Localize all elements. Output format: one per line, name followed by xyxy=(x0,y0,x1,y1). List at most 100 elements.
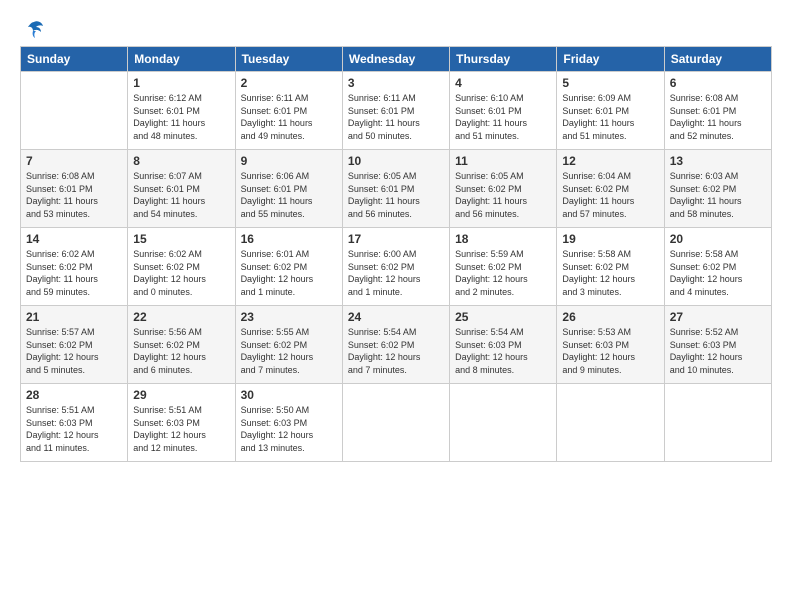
header-row: Sunday Monday Tuesday Wednesday Thursday… xyxy=(21,47,772,72)
col-friday: Friday xyxy=(557,47,664,72)
table-row: 8 Sunrise: 6:07 AMSunset: 6:01 PMDaylight… xyxy=(128,150,235,228)
day-info: Sunrise: 6:00 AMSunset: 6:02 PMDaylight:… xyxy=(348,248,444,298)
day-info: Sunrise: 6:10 AMSunset: 6:01 PMDaylight:… xyxy=(455,92,551,142)
table-row: 13 Sunrise: 6:03 AMSunset: 6:02 PMDayligh… xyxy=(664,150,771,228)
day-number: 10 xyxy=(348,154,444,168)
logo-bird-icon xyxy=(23,18,45,40)
day-number: 15 xyxy=(133,232,229,246)
day-info: Sunrise: 5:53 AMSunset: 6:03 PMDaylight:… xyxy=(562,326,658,376)
day-number: 11 xyxy=(455,154,551,168)
col-wednesday: Wednesday xyxy=(342,47,449,72)
table-row: 25 Sunrise: 5:54 AMSunset: 6:03 PMDayligh… xyxy=(450,306,557,384)
table-row: 18 Sunrise: 5:59 AMSunset: 6:02 PMDayligh… xyxy=(450,228,557,306)
logo xyxy=(20,18,45,36)
table-row: 4 Sunrise: 6:10 AMSunset: 6:01 PMDaylight… xyxy=(450,72,557,150)
day-number: 4 xyxy=(455,76,551,90)
day-number: 27 xyxy=(670,310,766,324)
table-row xyxy=(450,384,557,462)
day-info: Sunrise: 6:12 AMSunset: 6:01 PMDaylight:… xyxy=(133,92,229,142)
col-tuesday: Tuesday xyxy=(235,47,342,72)
col-saturday: Saturday xyxy=(664,47,771,72)
day-number: 29 xyxy=(133,388,229,402)
day-info: Sunrise: 5:59 AMSunset: 6:02 PMDaylight:… xyxy=(455,248,551,298)
table-row xyxy=(557,384,664,462)
day-number: 30 xyxy=(241,388,337,402)
table-row: 30 Sunrise: 5:50 AMSunset: 6:03 PMDayligh… xyxy=(235,384,342,462)
table-row: 11 Sunrise: 6:05 AMSunset: 6:02 PMDayligh… xyxy=(450,150,557,228)
table-row: 27 Sunrise: 5:52 AMSunset: 6:03 PMDayligh… xyxy=(664,306,771,384)
day-number: 18 xyxy=(455,232,551,246)
table-row: 15 Sunrise: 6:02 AMSunset: 6:02 PMDayligh… xyxy=(128,228,235,306)
day-info: Sunrise: 6:07 AMSunset: 6:01 PMDaylight:… xyxy=(133,170,229,220)
table-row: 17 Sunrise: 6:00 AMSunset: 6:02 PMDayligh… xyxy=(342,228,449,306)
col-thursday: Thursday xyxy=(450,47,557,72)
day-number: 24 xyxy=(348,310,444,324)
day-info: Sunrise: 5:57 AMSunset: 6:02 PMDaylight:… xyxy=(26,326,122,376)
day-info: Sunrise: 5:56 AMSunset: 6:02 PMDaylight:… xyxy=(133,326,229,376)
day-info: Sunrise: 6:08 AMSunset: 6:01 PMDaylight:… xyxy=(670,92,766,142)
day-number: 25 xyxy=(455,310,551,324)
calendar-table: Sunday Monday Tuesday Wednesday Thursday… xyxy=(20,46,772,462)
col-sunday: Sunday xyxy=(21,47,128,72)
col-monday: Monday xyxy=(128,47,235,72)
day-number: 1 xyxy=(133,76,229,90)
table-row xyxy=(342,384,449,462)
day-info: Sunrise: 6:01 AMSunset: 6:02 PMDaylight:… xyxy=(241,248,337,298)
day-info: Sunrise: 6:04 AMSunset: 6:02 PMDaylight:… xyxy=(562,170,658,220)
day-info: Sunrise: 6:09 AMSunset: 6:01 PMDaylight:… xyxy=(562,92,658,142)
day-number: 7 xyxy=(26,154,122,168)
day-info: Sunrise: 5:51 AMSunset: 6:03 PMDaylight:… xyxy=(26,404,122,454)
table-row: 5 Sunrise: 6:09 AMSunset: 6:01 PMDaylight… xyxy=(557,72,664,150)
day-info: Sunrise: 5:58 AMSunset: 6:02 PMDaylight:… xyxy=(562,248,658,298)
table-row: 3 Sunrise: 6:11 AMSunset: 6:01 PMDaylight… xyxy=(342,72,449,150)
day-number: 2 xyxy=(241,76,337,90)
table-row: 16 Sunrise: 6:01 AMSunset: 6:02 PMDayligh… xyxy=(235,228,342,306)
table-row: 10 Sunrise: 6:05 AMSunset: 6:01 PMDayligh… xyxy=(342,150,449,228)
table-row: 20 Sunrise: 5:58 AMSunset: 6:02 PMDayligh… xyxy=(664,228,771,306)
day-number: 8 xyxy=(133,154,229,168)
day-info: Sunrise: 6:11 AMSunset: 6:01 PMDaylight:… xyxy=(348,92,444,142)
day-info: Sunrise: 6:02 AMSunset: 6:02 PMDaylight:… xyxy=(26,248,122,298)
day-info: Sunrise: 6:06 AMSunset: 6:01 PMDaylight:… xyxy=(241,170,337,220)
day-number: 23 xyxy=(241,310,337,324)
table-row: 2 Sunrise: 6:11 AMSunset: 6:01 PMDaylight… xyxy=(235,72,342,150)
day-info: Sunrise: 6:05 AMSunset: 6:02 PMDaylight:… xyxy=(455,170,551,220)
table-row: 22 Sunrise: 5:56 AMSunset: 6:02 PMDayligh… xyxy=(128,306,235,384)
day-info: Sunrise: 5:50 AMSunset: 6:03 PMDaylight:… xyxy=(241,404,337,454)
day-info: Sunrise: 5:51 AMSunset: 6:03 PMDaylight:… xyxy=(133,404,229,454)
day-info: Sunrise: 5:52 AMSunset: 6:03 PMDaylight:… xyxy=(670,326,766,376)
day-info: Sunrise: 5:54 AMSunset: 6:03 PMDaylight:… xyxy=(455,326,551,376)
day-number: 22 xyxy=(133,310,229,324)
table-row: 19 Sunrise: 5:58 AMSunset: 6:02 PMDayligh… xyxy=(557,228,664,306)
day-number: 28 xyxy=(26,388,122,402)
day-info: Sunrise: 5:58 AMSunset: 6:02 PMDaylight:… xyxy=(670,248,766,298)
day-number: 14 xyxy=(26,232,122,246)
day-number: 26 xyxy=(562,310,658,324)
day-number: 12 xyxy=(562,154,658,168)
day-number: 6 xyxy=(670,76,766,90)
table-row: 26 Sunrise: 5:53 AMSunset: 6:03 PMDayligh… xyxy=(557,306,664,384)
day-number: 21 xyxy=(26,310,122,324)
table-row: 7 Sunrise: 6:08 AMSunset: 6:01 PMDaylight… xyxy=(21,150,128,228)
day-number: 20 xyxy=(670,232,766,246)
day-info: Sunrise: 6:08 AMSunset: 6:01 PMDaylight:… xyxy=(26,170,122,220)
table-row: 14 Sunrise: 6:02 AMSunset: 6:02 PMDayligh… xyxy=(21,228,128,306)
page-header xyxy=(20,18,772,36)
day-number: 17 xyxy=(348,232,444,246)
day-info: Sunrise: 6:11 AMSunset: 6:01 PMDaylight:… xyxy=(241,92,337,142)
day-number: 16 xyxy=(241,232,337,246)
table-row: 23Sunrise: 5:55 AMSunset: 6:02 PMDayligh… xyxy=(235,306,342,384)
day-number: 9 xyxy=(241,154,337,168)
table-row xyxy=(664,384,771,462)
table-row: 6 Sunrise: 6:08 AMSunset: 6:01 PMDaylight… xyxy=(664,72,771,150)
day-info: Sunrise: 6:03 AMSunset: 6:02 PMDaylight:… xyxy=(670,170,766,220)
day-info: Sunrise: 6:02 AMSunset: 6:02 PMDaylight:… xyxy=(133,248,229,298)
table-row: 1 Sunrise: 6:12 AMSunset: 6:01 PMDaylight… xyxy=(128,72,235,150)
table-row: 21 Sunrise: 5:57 AMSunset: 6:02 PMDayligh… xyxy=(21,306,128,384)
day-number: 5 xyxy=(562,76,658,90)
day-info: Sunrise: 6:05 AMSunset: 6:01 PMDaylight:… xyxy=(348,170,444,220)
day-number: 19 xyxy=(562,232,658,246)
day-number: 3 xyxy=(348,76,444,90)
day-number: 13 xyxy=(670,154,766,168)
table-row: 29 Sunrise: 5:51 AMSunset: 6:03 PMDayligh… xyxy=(128,384,235,462)
